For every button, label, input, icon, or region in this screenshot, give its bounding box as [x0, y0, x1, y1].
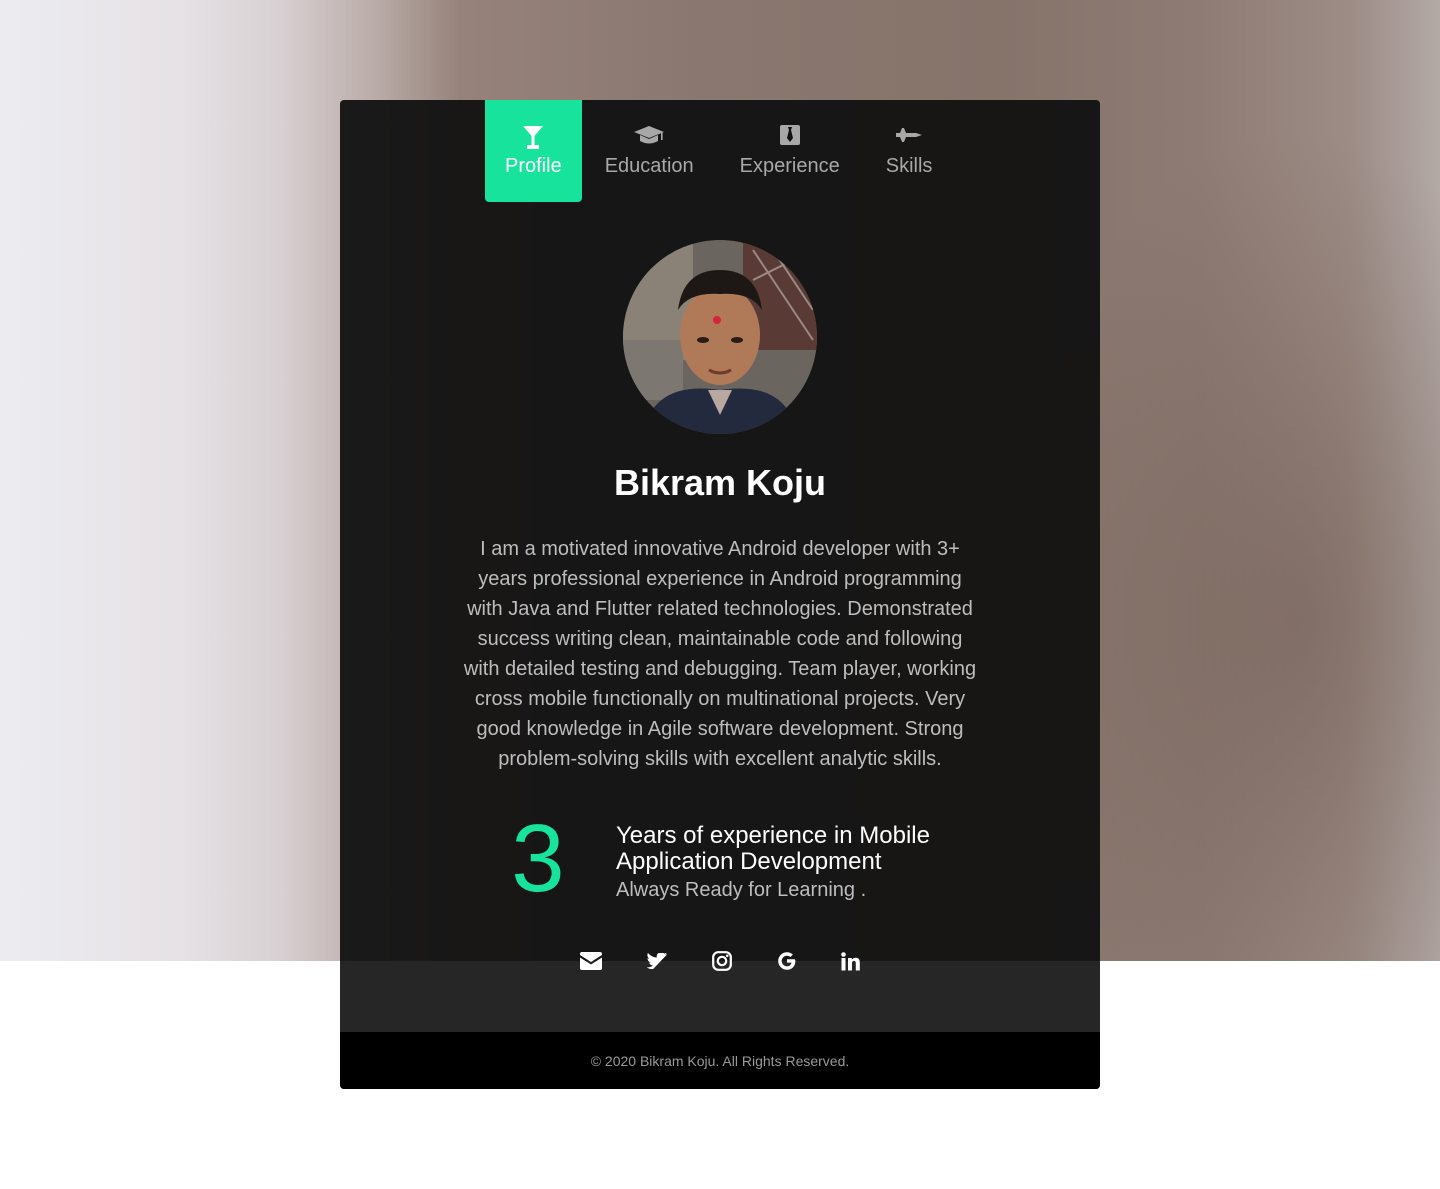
envelope-icon[interactable]	[580, 948, 602, 974]
social-links	[340, 948, 1100, 974]
fighter-jet-icon	[896, 121, 923, 149]
experience-subtitle: Always Ready for Learning .	[616, 879, 867, 901]
instagram-icon[interactable]	[712, 948, 732, 974]
experience-years-number: 3	[511, 805, 565, 912]
tab-skills[interactable]: Skills	[863, 100, 953, 202]
profile-card: Profile Education Experience Skills Bikr…	[340, 100, 1100, 1089]
linkedin-icon[interactable]	[840, 948, 860, 974]
tab-label: Profile	[505, 155, 562, 177]
tab-experience[interactable]: Experience	[720, 100, 863, 202]
profile-name: Bikram Koju	[613, 462, 827, 503]
tab-label: Experience	[739, 155, 840, 177]
cocktail-glass-icon	[523, 121, 544, 155]
profile-bio: I am a motivated innovative Android deve…	[463, 538, 977, 770]
tab-bar: Profile Education Experience Skills	[485, 100, 952, 202]
tab-profile[interactable]: Profile	[485, 100, 582, 202]
tab-label: Education	[604, 155, 694, 177]
avatar	[623, 240, 817, 434]
copyright-text: © 2020 Bikram Koju. All Rights Reserved.	[590, 1052, 850, 1069]
google-icon[interactable]	[777, 948, 797, 974]
tab-label: Skills	[885, 155, 933, 177]
tab-education[interactable]: Education	[582, 100, 720, 202]
experience-title: Years of experience in Mobile Applicatio…	[616, 822, 930, 875]
id-badge-icon	[779, 121, 800, 149]
graduation-cap-icon	[634, 121, 665, 149]
twitter-icon[interactable]	[647, 948, 667, 974]
footer: © 2020 Bikram Koju. All Rights Reserved.	[340, 1032, 1100, 1089]
